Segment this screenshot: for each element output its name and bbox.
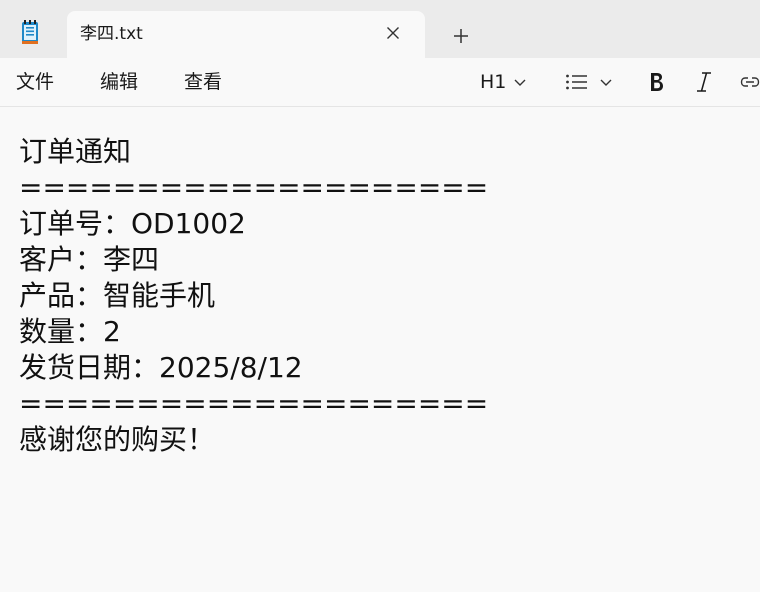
document-text: 订单通知 ==================== 订单号：OD1002 客户：… (19, 134, 488, 458)
close-icon (387, 27, 399, 39)
text-editor[interactable]: 订单通知 ==================== 订单号：OD1002 客户：… (0, 107, 760, 592)
chevron-down-icon (600, 79, 612, 86)
heading-dropdown[interactable]: H1 (480, 68, 527, 96)
plus-icon (454, 29, 468, 43)
tab-title: 李四.txt (80, 24, 143, 44)
italic-button[interactable] (695, 68, 713, 96)
tab-bar: 李四.txt (0, 0, 760, 58)
menu-file[interactable]: 文件 (16, 70, 54, 94)
document-line: 感谢您的购买！ (19, 423, 216, 456)
tab-active-document[interactable]: 李四.txt (67, 11, 425, 58)
tab-close-button[interactable] (381, 21, 405, 45)
italic-icon (697, 72, 711, 92)
notepad-window: 李四.txt 文件 编辑 查看 H1 订单通知 ================… (0, 0, 760, 592)
menu-edit[interactable]: 编辑 (100, 70, 138, 94)
document-line: 订单号：OD1002 (19, 207, 246, 240)
notepad-app-icon (18, 19, 44, 47)
list-dropdown[interactable] (565, 68, 613, 96)
document-line: 订单通知 (19, 135, 132, 168)
document-line: 发货日期：2025/8/12 (19, 351, 303, 384)
heading-label: H1 (480, 71, 507, 93)
bold-icon (651, 73, 663, 91)
document-line: 客户：李四 (19, 243, 160, 276)
document-line: 产品：智能手机 (19, 279, 216, 312)
document-line: 数量：2 (19, 315, 121, 348)
new-tab-button[interactable] (446, 22, 476, 50)
bulleted-list-icon (566, 74, 587, 90)
link-icon (740, 77, 760, 87)
menu-view[interactable]: 查看 (184, 70, 222, 94)
menu-bar: 文件 编辑 查看 H1 (0, 58, 760, 107)
chevron-down-icon (514, 79, 526, 86)
document-line: ==================== (19, 171, 489, 204)
document-line: ==================== (19, 387, 489, 420)
bold-button[interactable] (647, 68, 665, 96)
link-button[interactable] (740, 68, 760, 96)
